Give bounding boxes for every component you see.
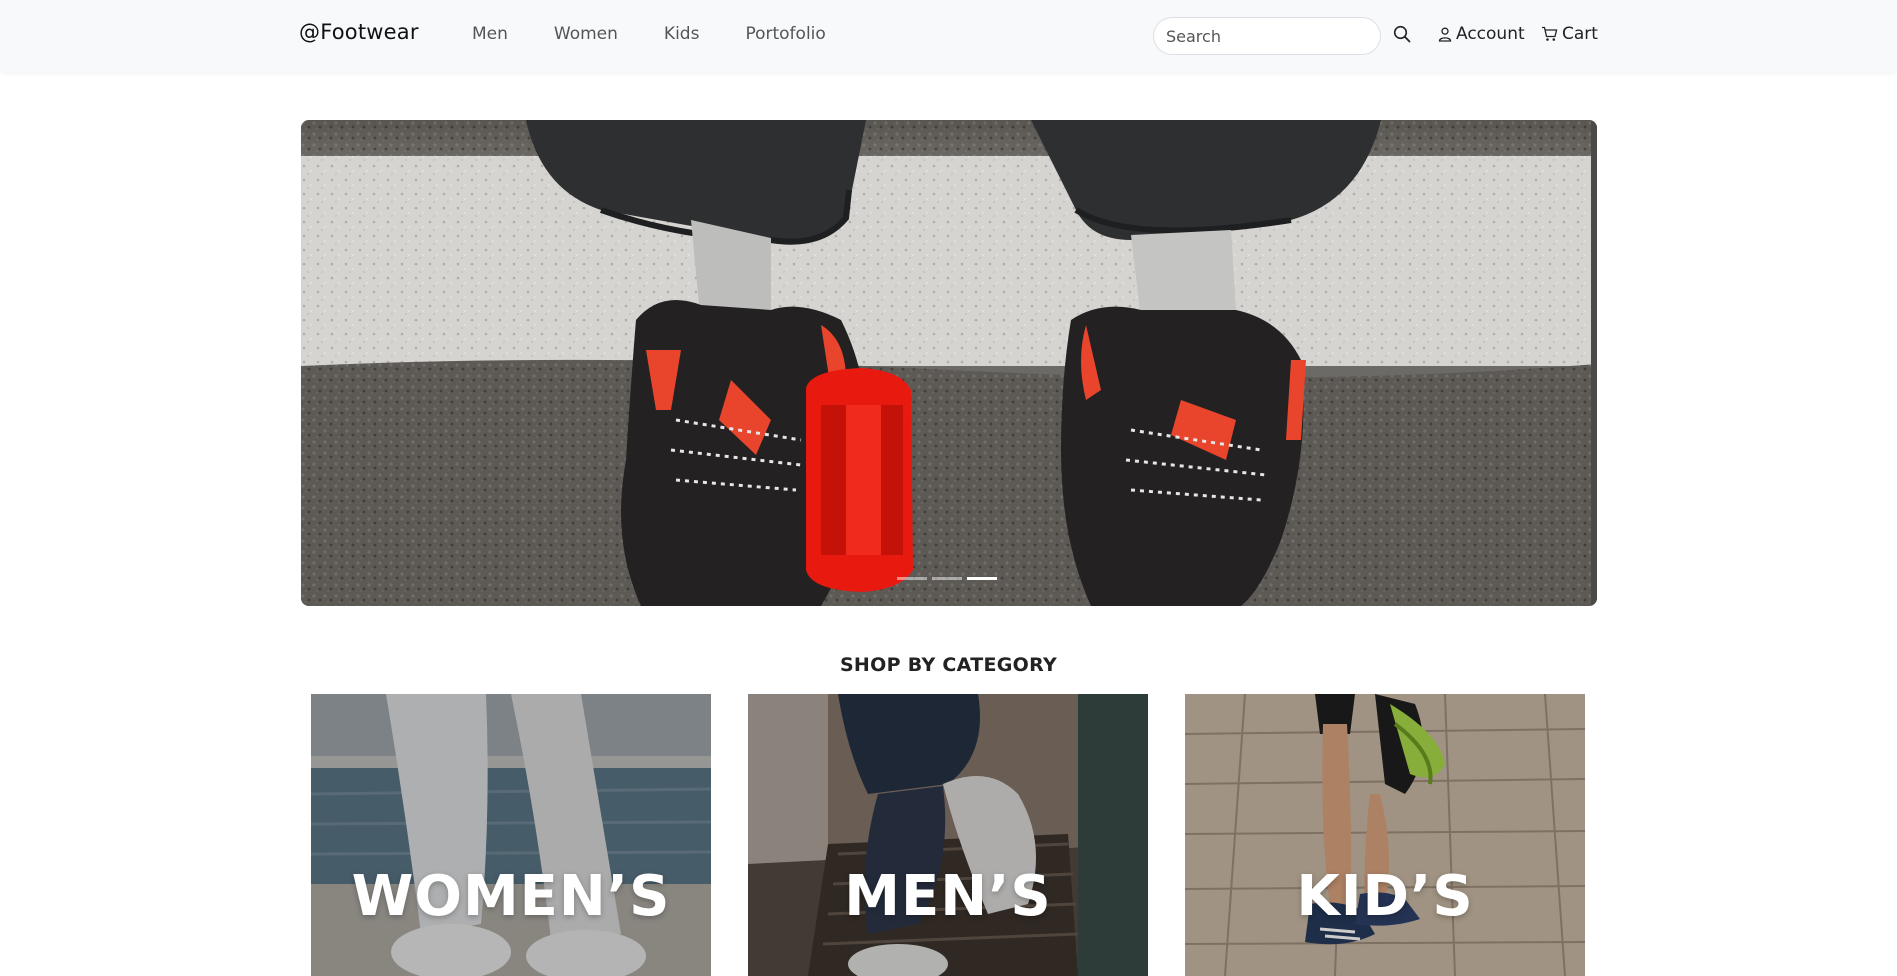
cart-label: Cart <box>1562 24 1598 44</box>
cart-link[interactable]: Cart <box>1541 24 1598 44</box>
category-card-kids[interactable]: KID’S <box>1185 694 1585 976</box>
mens-image <box>748 694 1148 976</box>
hero-carousel[interactable] <box>301 120 1597 606</box>
person-icon <box>1438 27 1452 42</box>
carousel-indicators <box>897 577 1002 580</box>
navbar: @Footwear Men Women Kids Portofolio Acco… <box>0 0 1897 72</box>
main-nav: Men Women Kids Portofolio <box>472 24 872 44</box>
nav-link-portofolio[interactable]: Portofolio <box>745 24 825 44</box>
category-label-mens: MEN’S <box>844 864 1052 929</box>
account-label: Account <box>1456 24 1525 44</box>
kids-image <box>1185 694 1585 976</box>
cart-icon <box>1542 26 1558 41</box>
category-label-kids: KID’S <box>1296 864 1474 929</box>
search-box <box>1153 17 1381 55</box>
brand-logo[interactable]: @Footwear <box>299 20 419 44</box>
carousel-indicator-3[interactable] <box>967 577 997 580</box>
section-title: SHOP BY CATEGORY <box>839 654 1058 676</box>
hero-image <box>301 120 1597 606</box>
account-link[interactable]: Account <box>1438 24 1525 44</box>
category-card-womens[interactable]: WOMEN’S <box>311 694 711 976</box>
nav-link-men[interactable]: Men <box>472 24 508 44</box>
search-icon <box>1393 25 1411 43</box>
search-button[interactable] <box>1392 25 1412 45</box>
category-label-womens: WOMEN’S <box>351 864 671 929</box>
category-card-mens[interactable]: MEN’S <box>748 694 1148 976</box>
nav-link-women[interactable]: Women <box>554 24 618 44</box>
nav-link-kids[interactable]: Kids <box>664 24 700 44</box>
carousel-indicator-1[interactable] <box>897 577 927 580</box>
carousel-indicator-2[interactable] <box>932 577 962 580</box>
search-input[interactable] <box>1154 18 1380 54</box>
womens-image <box>311 694 711 976</box>
